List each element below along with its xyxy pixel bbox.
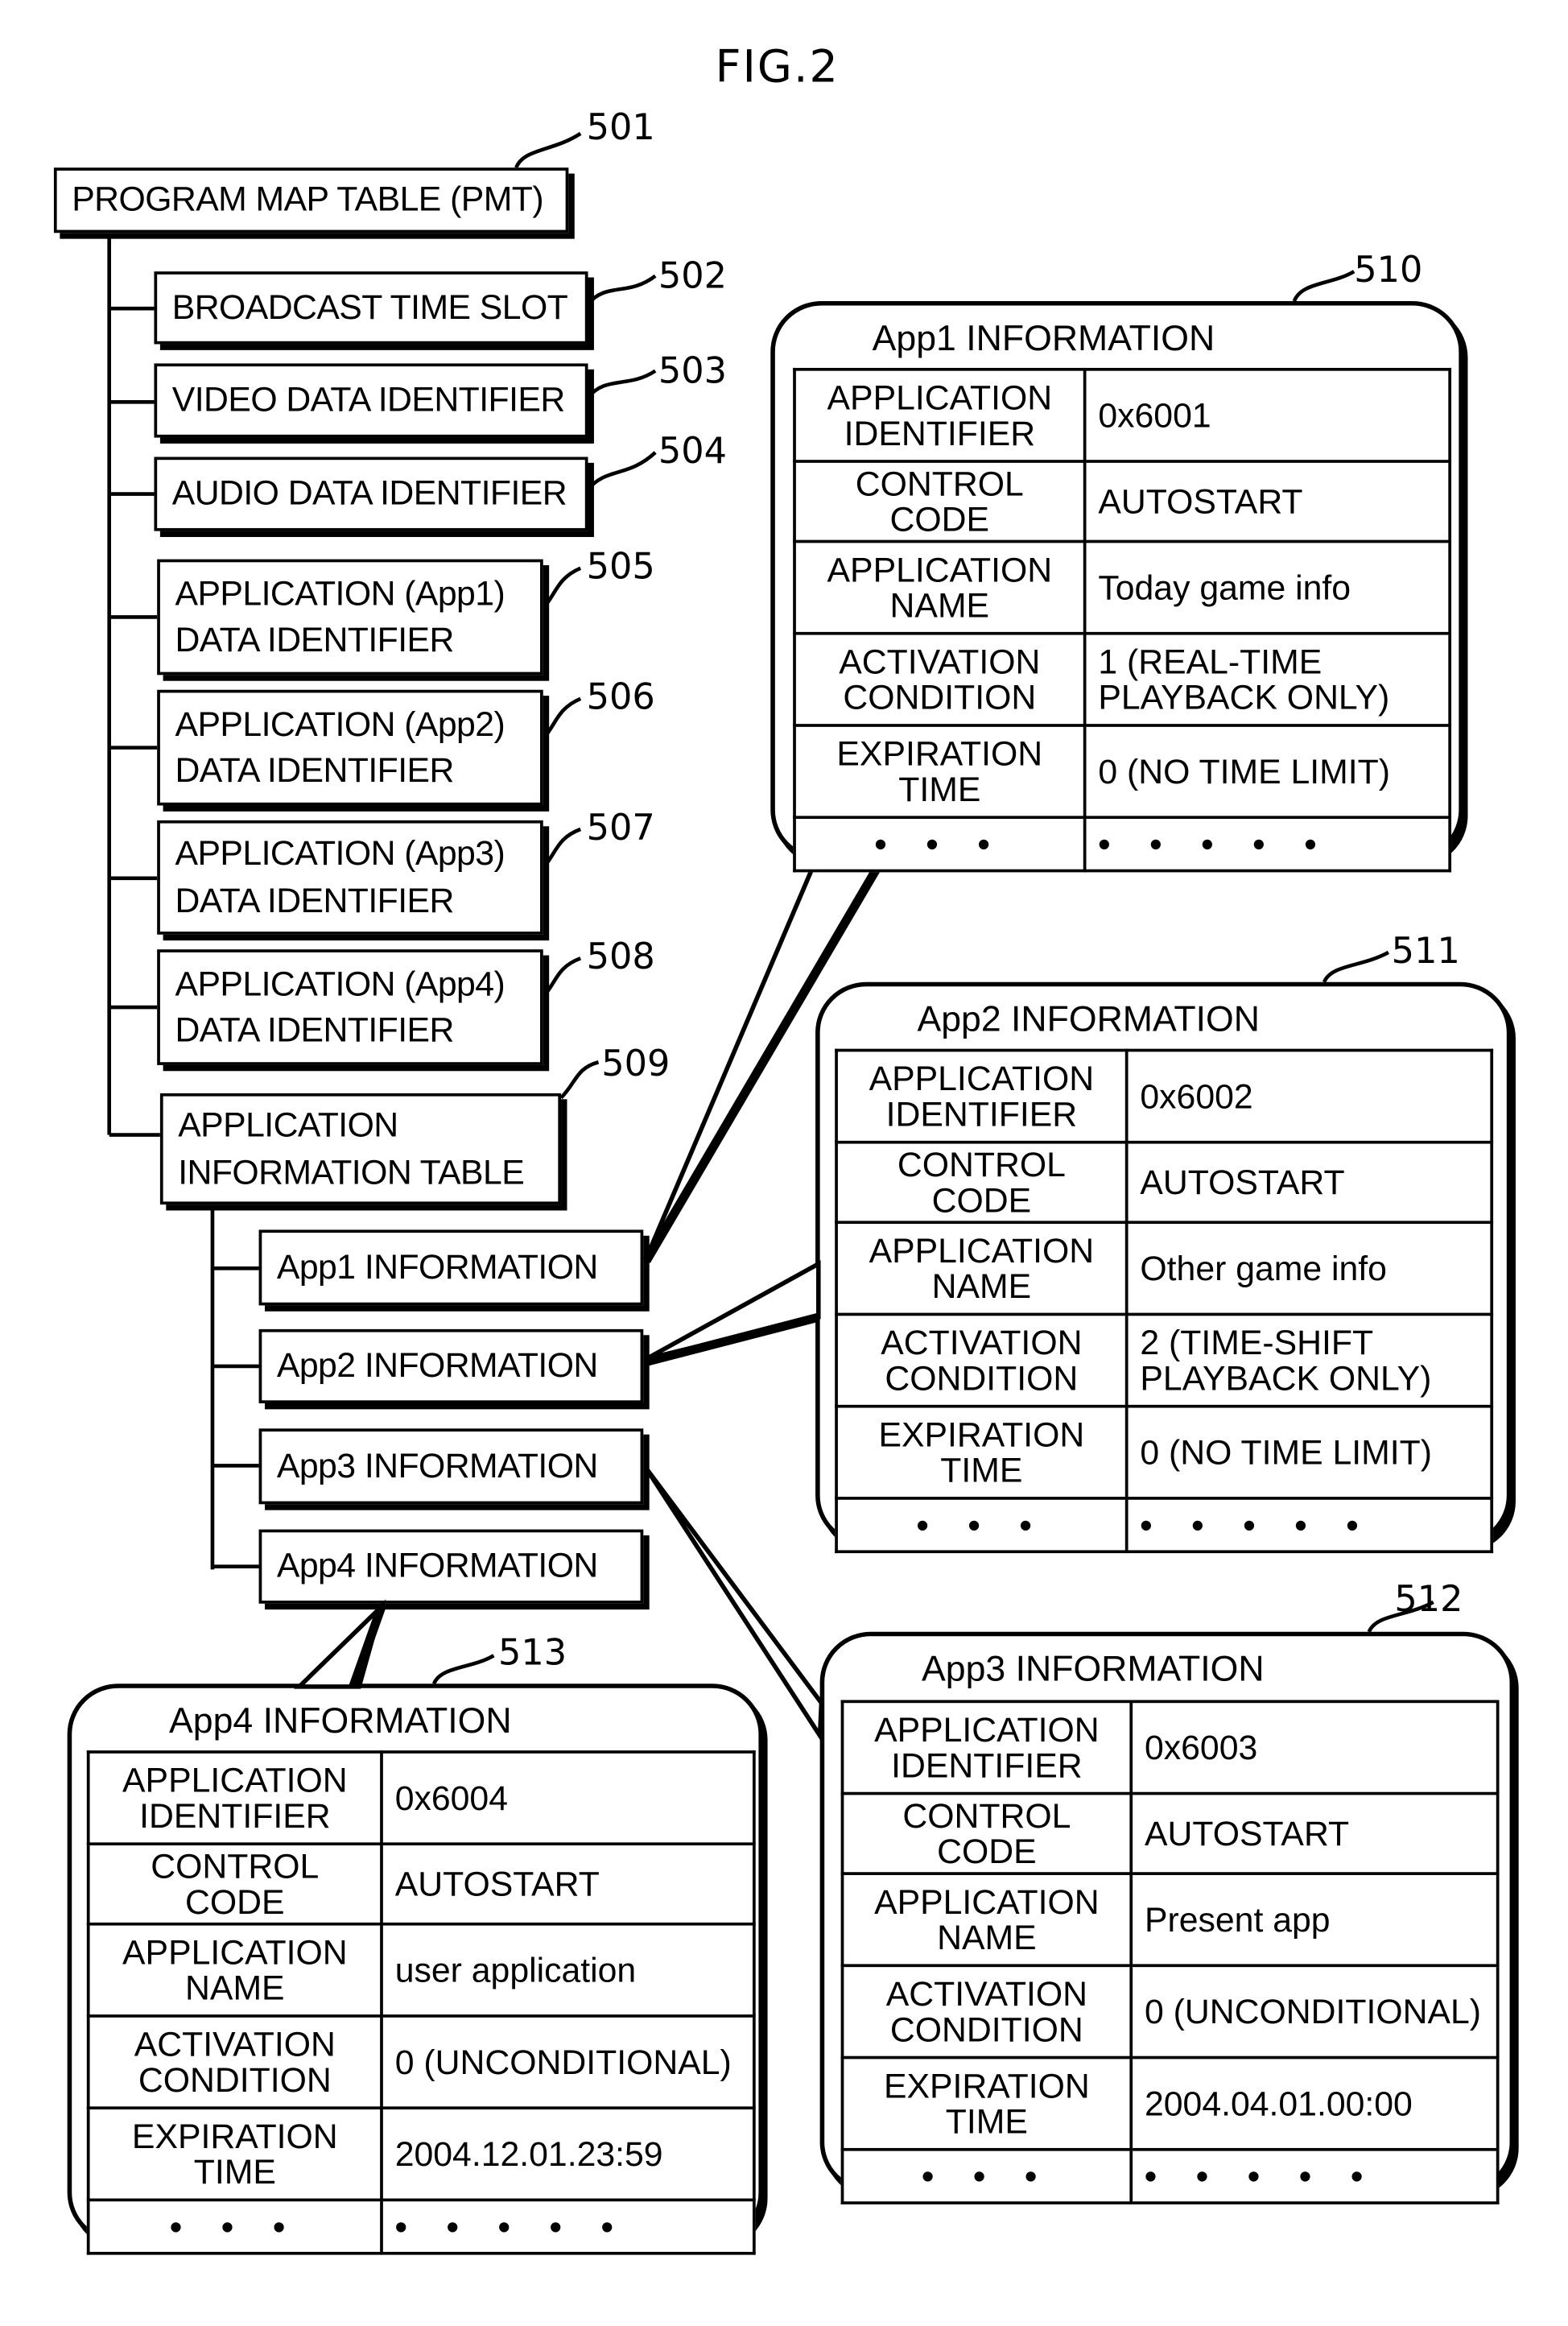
field-key: APPLICATION NAME (840, 1872, 1133, 1968)
table-row: APPLICATION IDENTIFIER 0x6001 (793, 367, 1452, 463)
field-key: CONTROL CODE (835, 1140, 1129, 1225)
table-row: ACTIVATION CONDITION 0 (UNCONDITIONAL) (840, 1964, 1500, 2060)
field-key: APPLICATION NAME (86, 1923, 383, 2018)
field-key: EXPIRATION TIME (835, 1405, 1129, 1501)
control-code-value: AUTOSTART (1083, 460, 1452, 543)
more-value: • • • • • (1124, 1497, 1494, 1554)
ref-513: 513 (497, 1631, 567, 1674)
field-key: ACTIVATION CONDITION (793, 632, 1087, 728)
control-code-value: AUTOSTART (380, 1842, 756, 1927)
table-row: ACTIVATION CONDITION 0 (UNCONDITIONAL) (86, 2014, 756, 2110)
field-key: APPLICATION NAME (793, 540, 1087, 636)
table-row: APPLICATION NAME Present app (840, 1872, 1500, 1968)
app1-info-table: APPLICATION IDENTIFIER 0x6001 CONTROL CODE… (793, 367, 1452, 873)
name-value: Other game info (1124, 1221, 1494, 1316)
control-code-value: AUTOSTART (1129, 1791, 1500, 1876)
app4-info-title: App4 INFORMATION (169, 1701, 512, 1742)
name-value: Present app (1129, 1872, 1500, 1968)
identifier-value: 0x6001 (1083, 367, 1452, 463)
table-row: • • • • • • • • (793, 816, 1452, 873)
expiration-value: 2004.12.01.23:59 (380, 2106, 756, 2202)
ref-511: 511 (1391, 930, 1460, 972)
more-key: • • • (835, 1497, 1129, 1554)
more-key: • • • (793, 816, 1087, 873)
identifier-value: 0x6003 (1129, 1700, 1500, 1795)
table-row: • • • • • • • • (86, 2199, 756, 2256)
activation-value: 1 (REAL-TIME PLAYBACK ONLY) (1083, 632, 1452, 728)
field-key: EXPIRATION TIME (840, 2056, 1133, 2152)
app2-info-title: App2 INFORMATION (917, 999, 1260, 1040)
table-row: APPLICATION IDENTIFIER 0x6003 (840, 1700, 1500, 1795)
table-row: EXPIRATION TIME 2004.04.01.00:00 (840, 2056, 1500, 2152)
identifier-value: 0x6002 (1124, 1048, 1494, 1144)
field-key: APPLICATION IDENTIFIER (840, 1700, 1133, 1795)
app3-callout-tail (644, 1467, 824, 1743)
table-row: EXPIRATION TIME 2004.12.01.23:59 (86, 2106, 756, 2202)
activation-value: 2 (TIME-SHIFT PLAYBACK ONLY) (1124, 1313, 1494, 1409)
field-key: CONTROL CODE (793, 460, 1087, 543)
field-key: EXPIRATION TIME (793, 724, 1087, 820)
table-row: ACTIVATION CONDITION 2 (TIME-SHIFT PLAYBACK… (835, 1313, 1494, 1409)
app4-info-table: APPLICATION IDENTIFIER 0x6004 CONTROL CODE… (86, 1750, 756, 2256)
field-key: CONTROL CODE (840, 1791, 1133, 1876)
table-row: ACTIVATION CONDITION 1 (REAL-TIME PLAYBACK … (793, 632, 1452, 728)
table-row: • • • • • • • • (840, 2148, 1500, 2205)
field-key: APPLICATION IDENTIFIER (835, 1048, 1129, 1144)
table-row: APPLICATION NAME Other game info (835, 1221, 1494, 1316)
name-value: Today game info (1083, 540, 1452, 636)
ref-512: 512 (1394, 1578, 1463, 1621)
app2-info-table: APPLICATION IDENTIFIER 0x6002 CONTROL CODE… (835, 1048, 1494, 1554)
field-key: CONTROL CODE (86, 1842, 383, 1927)
field-key: ACTIVATION CONDITION (840, 1964, 1133, 2060)
table-row: CONTROL CODE AUTOSTART (840, 1791, 1500, 1876)
field-key: ACTIVATION CONDITION (86, 2014, 383, 2110)
activation-value: 0 (UNCONDITIONAL) (1129, 1964, 1500, 2060)
name-value: user application (380, 1923, 756, 2018)
expiration-value: 2004.04.01.00:00 (1129, 2056, 1500, 2152)
table-row: CONTROL CODE AUTOSTART (86, 1842, 756, 1927)
more-value: • • • • • (1083, 816, 1452, 873)
expiration-value: 0 (NO TIME LIMIT) (1124, 1405, 1494, 1501)
more-key: • • • (840, 2148, 1133, 2205)
figure-canvas: FIG.2 PROGRAM MAP TABLE (PMT) 501 BROADC… (0, 0, 1568, 2326)
field-key: EXPIRATION TIME (86, 2106, 383, 2202)
table-row: • • • • • • • • (835, 1497, 1494, 1554)
table-row: APPLICATION NAME Today game info (793, 540, 1452, 636)
ref-510: 510 (1354, 249, 1423, 291)
identifier-value: 0x6004 (380, 1750, 756, 1846)
table-row: APPLICATION IDENTIFIER 0x6004 (86, 1750, 756, 1846)
more-value: • • • • • (1129, 2148, 1500, 2205)
field-key: APPLICATION IDENTIFIER (793, 367, 1087, 463)
field-key: APPLICATION NAME (835, 1221, 1129, 1316)
table-row: CONTROL CODE AUTOSTART (793, 460, 1452, 543)
activation-value: 0 (UNCONDITIONAL) (380, 2014, 756, 2110)
app3-info-title: App3 INFORMATION (922, 1649, 1265, 1690)
table-row: EXPIRATION TIME 0 (NO TIME LIMIT) (835, 1405, 1494, 1501)
field-key: ACTIVATION CONDITION (835, 1313, 1129, 1409)
table-row: APPLICATION NAME user application (86, 1923, 756, 2018)
expiration-value: 0 (NO TIME LIMIT) (1083, 724, 1452, 820)
field-key: APPLICATION IDENTIFIER (86, 1750, 383, 1846)
more-key: • • • (86, 2199, 383, 2256)
table-row: EXPIRATION TIME 0 (NO TIME LIMIT) (793, 724, 1452, 820)
more-value: • • • • • (380, 2199, 756, 2256)
app2-callout-tail (645, 1260, 821, 1361)
table-row: CONTROL CODE AUTOSTART (835, 1140, 1494, 1225)
table-row: APPLICATION IDENTIFIER 0x6002 (835, 1048, 1494, 1144)
app1-info-title: App1 INFORMATION (872, 319, 1215, 359)
control-code-value: AUTOSTART (1124, 1140, 1494, 1225)
app3-info-table: APPLICATION IDENTIFIER 0x6003 CONTROL CODE… (840, 1700, 1500, 2205)
